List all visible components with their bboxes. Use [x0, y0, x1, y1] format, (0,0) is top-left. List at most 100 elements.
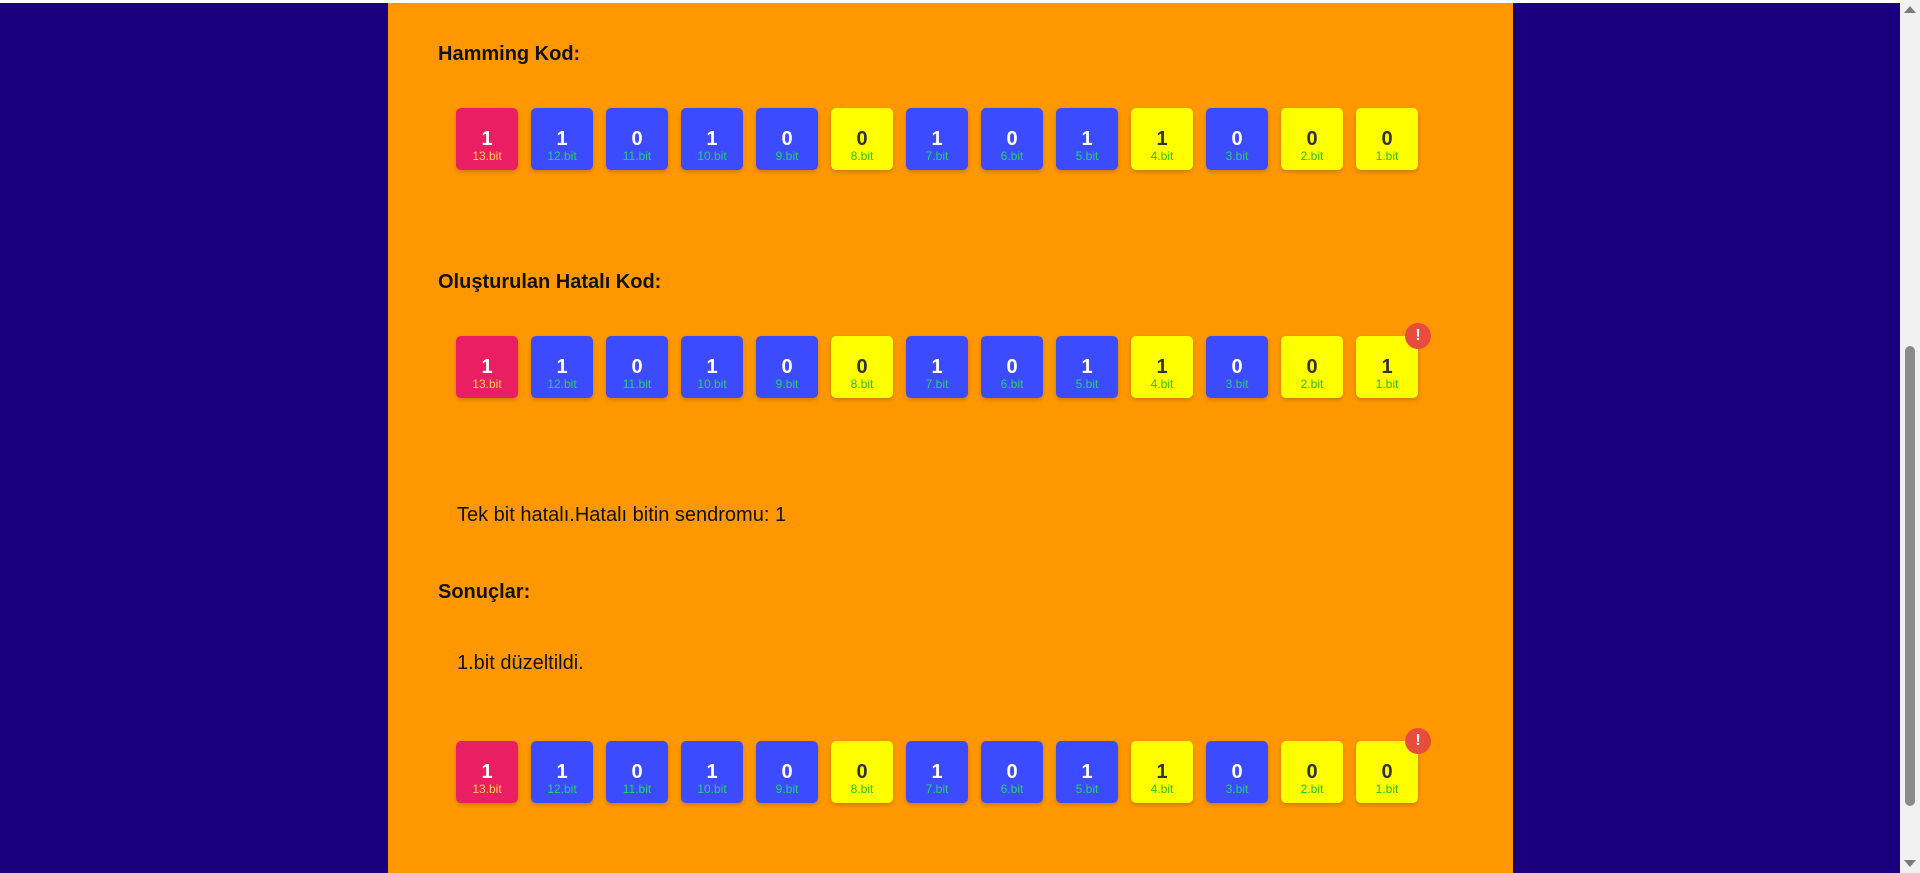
bit-position-label: 10.bit: [697, 149, 727, 163]
bit-value: 1: [556, 356, 568, 378]
bit-cell: 0 11.bit: [606, 741, 668, 803]
bit-value: 1: [556, 128, 568, 150]
main-panel: Hamming Kod: 1 13.bit 1 12.bit 0 11.bit 1 10.bi…: [388, 3, 1513, 873]
bit-value: 0: [1306, 128, 1318, 150]
bit-cell: 0 3.bit: [1206, 108, 1268, 170]
bit-cell: 0 6.bit: [981, 336, 1043, 398]
bit-position-label: 11.bit: [622, 149, 652, 163]
bit-position-label: 3.bit: [1225, 782, 1249, 796]
bit-cell: 0 3.bit: [1206, 336, 1268, 398]
bit-position-label: 3.bit: [1225, 149, 1249, 163]
bit-position-label: 10.bit: [697, 782, 727, 796]
error-alert-icon: !: [1405, 323, 1431, 349]
bit-value: 1: [1081, 761, 1093, 783]
bit-cell: 0 2.bit: [1281, 108, 1343, 170]
bit-cell: 1 12.bit: [531, 741, 593, 803]
bit-value: 0: [781, 356, 793, 378]
bit-position-label: 1.bit: [1375, 377, 1399, 391]
bit-position-label: 1.bit: [1375, 149, 1399, 163]
bit-cell: 1 4.bit: [1131, 336, 1193, 398]
bit-position-label: 6.bit: [1000, 149, 1024, 163]
bit-position-label: 7.bit: [925, 782, 949, 796]
bit-position-label: 8.bit: [850, 782, 874, 796]
bit-position-label: 4.bit: [1150, 377, 1174, 391]
bit-cell: 0 1.bit!: [1356, 728, 1431, 803]
bit-cell: 1 13.bit: [456, 336, 518, 398]
bit-cell: 1 7.bit: [906, 741, 968, 803]
bit-value: 1: [1081, 128, 1093, 150]
scroll-up-arrow-icon[interactable]: [1904, 6, 1916, 13]
bit-value: 0: [1306, 761, 1318, 783]
correction-message: 1.bit düzeltildi.: [457, 652, 584, 674]
bit-value: 1: [706, 356, 718, 378]
bit-value: 0: [631, 761, 643, 783]
bit-value: 0: [1231, 761, 1243, 783]
bit-position-label: 9.bit: [775, 377, 799, 391]
bit-position-label: 7.bit: [925, 377, 949, 391]
bit-cell: 0 2.bit: [1281, 336, 1343, 398]
bit-cell: 0 6.bit: [981, 741, 1043, 803]
bit-position-label: 12.bit: [547, 377, 577, 391]
bit-cell: 1 4.bit: [1131, 108, 1193, 170]
bit-position-label: 10.bit: [697, 377, 727, 391]
bit-position-label: 12.bit: [547, 782, 577, 796]
hamming-code-row: 1 13.bit 1 12.bit 0 11.bit 1 10.bit 0 9.bit 0 8.bit…: [456, 108, 1516, 172]
bit-cell: 1 10.bit: [681, 741, 743, 803]
bit-cell: 1 12.bit: [531, 336, 593, 398]
bit-cell: 0 11.bit: [606, 108, 668, 170]
scroll-down-arrow-icon[interactable]: [1904, 860, 1916, 867]
bit-value: 1: [1156, 128, 1168, 150]
bit-value: 1: [481, 356, 493, 378]
bit-value: 0: [781, 761, 793, 783]
bit-position-label: 6.bit: [1000, 377, 1024, 391]
faulty-code-heading: Oluşturulan Hatalı Kod:: [438, 271, 662, 293]
bit-position-label: 4.bit: [1150, 149, 1174, 163]
bit-cell: 1 10.bit: [681, 108, 743, 170]
bit-value: 0: [631, 356, 643, 378]
bit-value: 0: [781, 128, 793, 150]
bit-position-label: 9.bit: [775, 149, 799, 163]
bit-cell: 1 10.bit: [681, 336, 743, 398]
bit-value: 1: [931, 128, 943, 150]
bit-position-label: 5.bit: [1075, 149, 1099, 163]
bit-value: 1: [1081, 356, 1093, 378]
bit-value: 1: [481, 761, 493, 783]
bit-position-label: 3.bit: [1225, 377, 1249, 391]
bit-position-label: 13.bit: [472, 377, 502, 391]
bit-position-label: 2.bit: [1300, 782, 1324, 796]
bit-cell: 1 7.bit: [906, 108, 968, 170]
bit-value: 0: [856, 356, 868, 378]
bit-position-label: 11.bit: [622, 782, 652, 796]
bit-cell: 1 13.bit: [456, 741, 518, 803]
bit-position-label: 12.bit: [547, 149, 577, 163]
bit-value: 0: [856, 761, 868, 783]
vertical-scrollbar[interactable]: [1900, 0, 1920, 873]
bit-value: 0: [1381, 128, 1393, 150]
results-heading: Sonuçlar:: [438, 581, 531, 603]
bit-cell: 1 5.bit: [1056, 336, 1118, 398]
bit-value: 1: [556, 761, 568, 783]
bit-cell: 1 13.bit: [456, 108, 518, 170]
bit-cell: 0 8.bit: [831, 741, 893, 803]
bit-value: 1: [706, 128, 718, 150]
bit-value: 0: [856, 128, 868, 150]
faulty-code-row: 1 13.bit 1 12.bit 0 11.bit 1 10.bit 0 9.bit 0 8.bit…: [456, 323, 1516, 400]
bit-value: 0: [1306, 356, 1318, 378]
bit-value: 1: [1156, 761, 1168, 783]
bit-cell: 1 5.bit: [1056, 108, 1118, 170]
bit-position-label: 13.bit: [472, 782, 502, 796]
bit-value: 1: [931, 761, 943, 783]
bit-value: 0: [1006, 356, 1018, 378]
corrected-code-row: 1 13.bit 1 12.bit 0 11.bit 1 10.bit 0 9.bit 0 8.bit…: [456, 728, 1516, 805]
hamming-code-heading: Hamming Kod:: [438, 43, 581, 65]
bit-position-label: 5.bit: [1075, 782, 1099, 796]
bit-cell: 0 8.bit: [831, 336, 893, 398]
scroll-thumb[interactable]: [1905, 346, 1915, 806]
bit-position-label: 13.bit: [472, 149, 502, 163]
bit-position-label: 8.bit: [850, 149, 874, 163]
bit-position-label: 7.bit: [925, 149, 949, 163]
bit-cell: 0 6.bit: [981, 108, 1043, 170]
bit-cell: 0 8.bit: [831, 108, 893, 170]
bit-value: 1: [706, 761, 718, 783]
bit-value: 0: [1231, 356, 1243, 378]
